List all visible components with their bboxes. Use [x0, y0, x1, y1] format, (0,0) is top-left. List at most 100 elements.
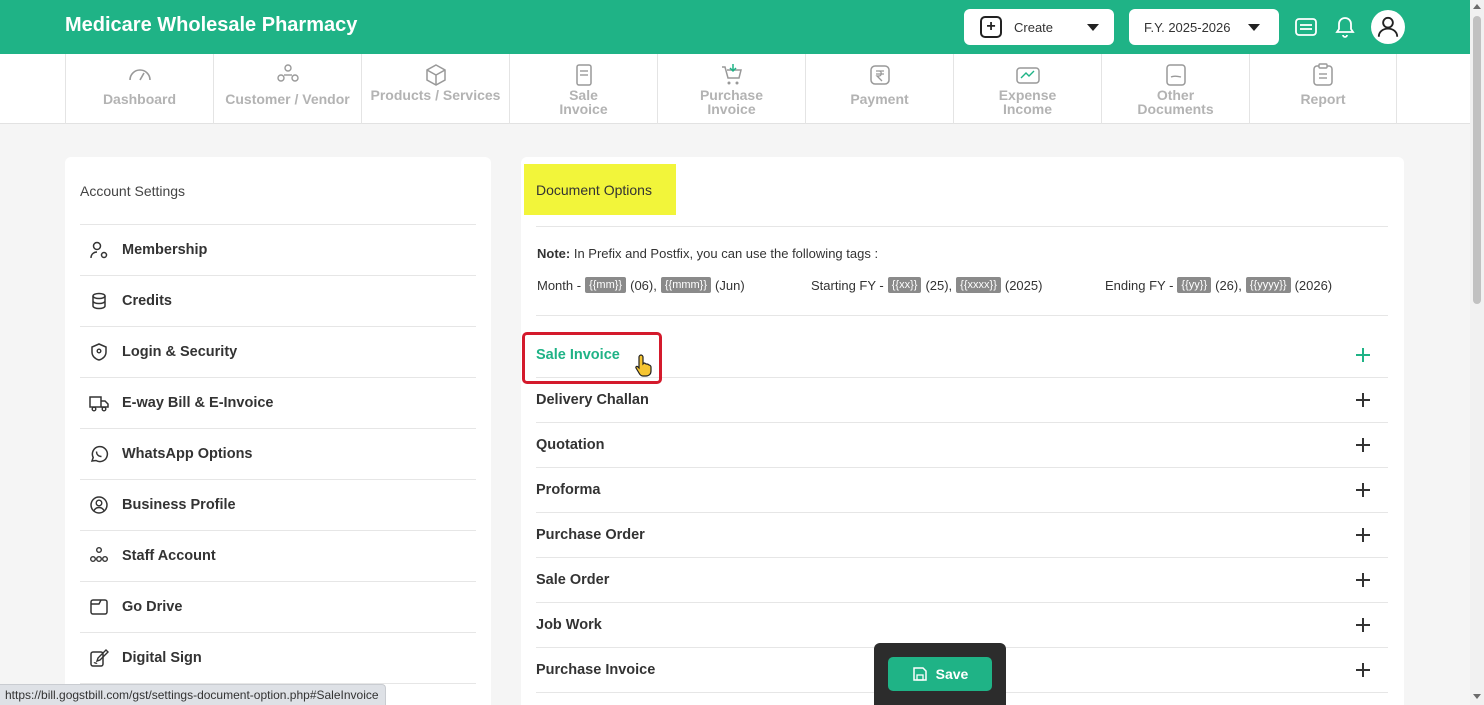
scroll-down-icon[interactable]	[1473, 694, 1481, 699]
tag-xxxx: {{xxxx}}	[956, 277, 1001, 293]
scroll-up-icon[interactable]	[1473, 4, 1481, 9]
fy-select[interactable]: F.Y. 2025-2026	[1129, 9, 1279, 45]
month-label: Month -	[537, 277, 582, 293]
doc-row-quotation[interactable]: Quotation	[536, 423, 1388, 468]
settings-item-business-profile[interactable]: Business Profile	[80, 480, 476, 531]
settings-item-login-security[interactable]: Login & Security	[80, 327, 476, 378]
doc-row-label: Purchase Order	[536, 527, 645, 543]
nav-label: Expense Income	[998, 87, 1057, 117]
gauge-icon	[128, 69, 151, 81]
bell-icon[interactable]	[1333, 15, 1357, 39]
tag-mmm: {{mmm}}	[660, 277, 712, 293]
nav-label: Customer / Vendor	[225, 91, 350, 107]
truck-icon	[89, 396, 109, 412]
ending-fy-tags: Ending FY - {{yy}} (26), {{yyyy}} (2026)	[1105, 277, 1332, 293]
ending-fy-label: Ending FY -	[1105, 277, 1174, 293]
plus-icon[interactable]	[1353, 570, 1373, 590]
plus-icon[interactable]	[1353, 615, 1373, 635]
settings-item-credits[interactable]: Credits	[80, 276, 476, 327]
nav-label: Other Documents	[1137, 87, 1214, 117]
doc-row-job-work[interactable]: Job Work	[536, 603, 1388, 648]
nav-other-documents[interactable]: Other Documents	[1101, 54, 1249, 124]
plus-icon: +	[980, 16, 1002, 38]
create-label: Create	[1014, 19, 1054, 35]
settings-item-label: E-way Bill & E-Invoice	[122, 395, 274, 411]
doc-row-label: Sale Invoice	[536, 347, 620, 363]
box-icon	[425, 64, 446, 86]
nav-products-services[interactable]: Products / Services	[361, 54, 509, 124]
document-options-title: Document Options	[524, 164, 676, 215]
scroll-thumb[interactable]	[1473, 16, 1481, 304]
settings-item-whatsapp[interactable]: WhatsApp Options	[80, 429, 476, 480]
plus-icon[interactable]	[1353, 660, 1373, 680]
tag-value: (06),	[630, 277, 657, 293]
main-nav: Dashboard Customer / Vendor Products / S…	[0, 54, 1470, 124]
plus-icon[interactable]	[1353, 435, 1373, 455]
keyboard-icon[interactable]	[1294, 15, 1318, 39]
settings-item-label: Login & Security	[122, 344, 238, 360]
avatar[interactable]	[1371, 10, 1405, 44]
settings-item-membership[interactable]: Membership	[80, 225, 476, 276]
account-settings-title: Account Settings	[80, 183, 186, 199]
tag-value: (2025)	[1004, 277, 1043, 293]
nav-customer-vendor[interactable]: Customer / Vendor	[213, 54, 361, 124]
doc-row-purchase-order[interactable]: Purchase Order	[536, 513, 1388, 558]
tag-yyyy: {{yyyy}}	[1245, 277, 1291, 293]
divider	[536, 226, 1388, 227]
nav-payment[interactable]: Payment	[805, 54, 953, 124]
scrollbar[interactable]	[1470, 0, 1484, 705]
note-label: Note:	[537, 246, 571, 261]
nav-dashboard[interactable]: Dashboard	[65, 54, 213, 124]
nav-sale-invoice[interactable]: Sale Invoice	[509, 54, 657, 124]
doc-row-proforma[interactable]: Proforma	[536, 468, 1388, 513]
top-header: Medicare Wholesale Pharmacy + Create F.Y…	[0, 0, 1470, 54]
chevron-down-icon	[1248, 24, 1260, 31]
users-icon	[276, 64, 299, 82]
account-settings-list: Membership Credits Login & Security E-wa…	[80, 224, 476, 684]
create-button[interactable]: + Create	[964, 9, 1114, 45]
tag-yy: {{yy}}	[1177, 277, 1212, 293]
sign-icon	[90, 649, 109, 667]
doc-row-sale-order[interactable]: Sale Order	[536, 558, 1388, 603]
folder-icon	[90, 599, 108, 615]
nav-report[interactable]: Report	[1249, 54, 1397, 124]
month-tags: Month - {{mm}} (06), {{mmm}} (Jun)	[537, 277, 745, 293]
doc-row-sale-invoice[interactable]: Sale Invoice	[536, 333, 1388, 378]
settings-item-label: Staff Account	[122, 548, 216, 564]
settings-item-label: Business Profile	[122, 497, 236, 513]
settings-item-digital-sign[interactable]: Digital Sign	[80, 633, 476, 684]
settings-item-label: Credits	[122, 293, 172, 309]
settings-item-go-drive[interactable]: Go Drive	[80, 582, 476, 633]
nav-label: Purchase Invoice	[699, 87, 764, 117]
settings-item-label: Digital Sign	[122, 650, 202, 666]
settings-item-label: WhatsApp Options	[122, 446, 253, 462]
tag-mm: {{mm}}	[585, 277, 627, 293]
nav-label: Products / Services	[370, 87, 501, 103]
coins-icon	[92, 292, 106, 310]
team-icon	[90, 547, 108, 562]
wallet-icon	[1015, 67, 1040, 84]
rupee-icon	[869, 65, 890, 85]
settings-item-label: Go Drive	[122, 599, 183, 615]
clipboard-icon	[1313, 63, 1333, 86]
settings-item-staff-account[interactable]: Staff Account	[80, 531, 476, 582]
chevron-down-icon	[1087, 24, 1099, 31]
plus-icon[interactable]	[1353, 525, 1373, 545]
doc-row-label: Purchase Invoice	[536, 662, 656, 678]
plus-icon[interactable]	[1353, 390, 1373, 410]
whatsapp-icon	[90, 445, 109, 463]
plus-icon[interactable]	[1353, 345, 1373, 365]
shield-icon	[91, 343, 107, 361]
doc-row-label: Job Work	[536, 617, 602, 633]
nav-expense-income[interactable]: Expense Income	[953, 54, 1101, 124]
settings-item-label: Membership	[122, 242, 208, 258]
save-button[interactable]: Save	[888, 657, 992, 691]
hand-cursor-icon	[635, 354, 652, 377]
nav-purchase-invoice[interactable]: Purchase Invoice	[657, 54, 805, 124]
settings-item-eway-bill[interactable]: E-way Bill & E-Invoice	[80, 378, 476, 429]
cart-icon	[721, 64, 742, 85]
plus-icon[interactable]	[1353, 480, 1373, 500]
doc-row-delivery-challan[interactable]: Delivery Challan	[536, 378, 1388, 423]
user-icon	[1377, 16, 1399, 37]
document-icon	[1165, 64, 1186, 86]
